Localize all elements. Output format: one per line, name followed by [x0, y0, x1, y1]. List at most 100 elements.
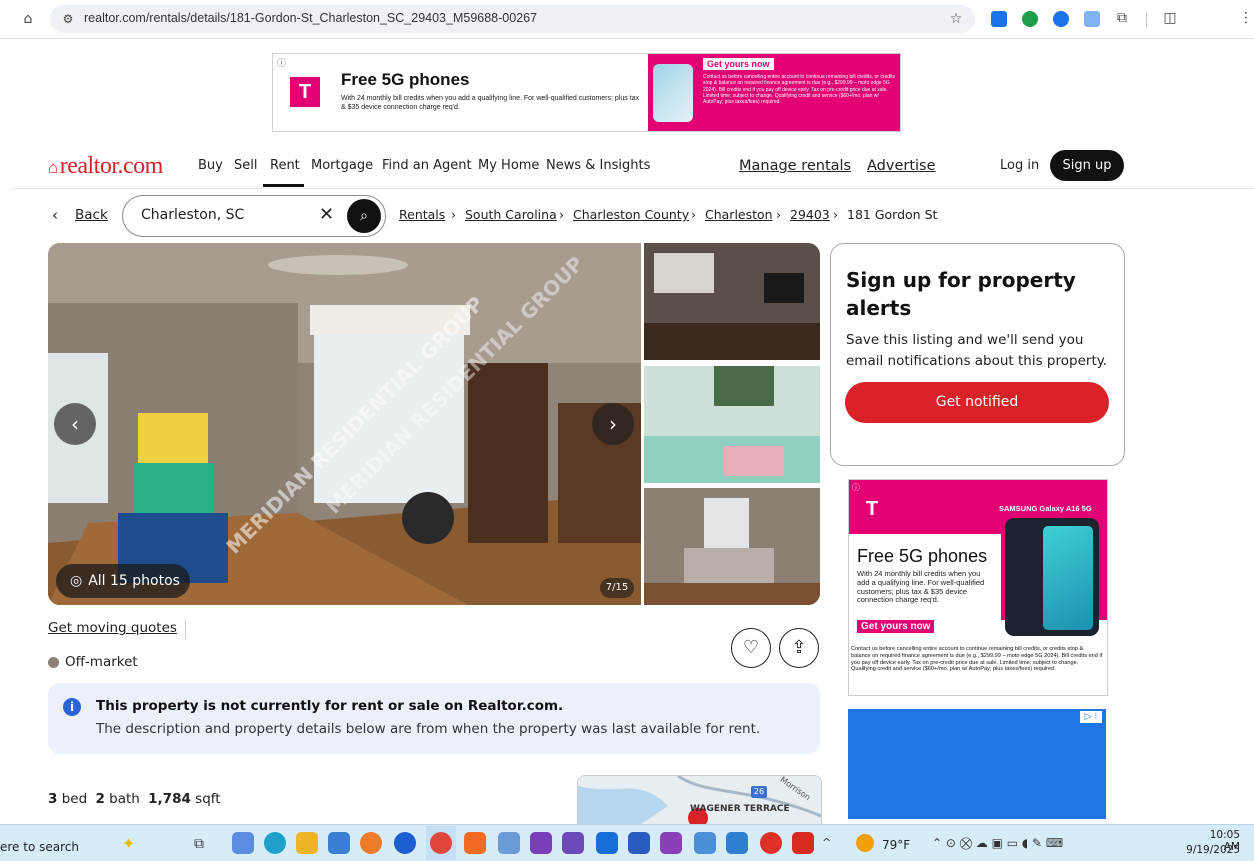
side-ad-cta-button[interactable]: Get yours now [857, 620, 935, 633]
word-app-icon[interactable] [628, 832, 650, 854]
nav-my-home[interactable]: My Home [478, 158, 539, 173]
quotes-divider [185, 619, 186, 639]
widgets-app-icon[interactable] [232, 832, 254, 854]
thumbnail-photo-1[interactable] [644, 243, 820, 360]
info-icon: i [63, 698, 81, 716]
all-photos-button[interactable]: ◎ All 15 photos [56, 564, 190, 598]
clock-date[interactable]: 9/19/2025 [1180, 844, 1240, 856]
breadcrumb-charleston[interactable]: Charleston [705, 207, 773, 222]
copilot-sparkle-icon[interactable]: ✦ [122, 834, 135, 853]
breadcrumb-separator-icon: › [559, 207, 564, 222]
outlook-app-icon[interactable] [596, 832, 618, 854]
firefox-app-icon[interactable] [360, 832, 382, 854]
visual-studio-app-icon[interactable] [562, 832, 584, 854]
photos-app-icon[interactable] [726, 832, 748, 854]
bookmark-star-icon[interactable]: ☆ [946, 9, 966, 29]
chevron-left-icon[interactable]: ‹ [52, 206, 58, 224]
edge-app-icon[interactable] [264, 832, 286, 854]
browser-menu-icon[interactable]: ⋮ [1236, 8, 1254, 28]
app-icon-9[interactable] [498, 832, 520, 854]
side-ad-headline: Free 5G phones [857, 546, 988, 566]
baths-label: bath [109, 791, 140, 807]
search-value[interactable]: Charleston, SC [141, 207, 244, 223]
house-logo-icon: ⌂ [48, 158, 58, 177]
realtor-logo[interactable]: ⌂realtor.com [48, 153, 163, 180]
nav-mortgage[interactable]: Mortgage [311, 158, 373, 173]
extensions-puzzle-icon[interactable]: ⧉ [1112, 8, 1132, 28]
thumbnail-photo-3[interactable] [644, 488, 820, 605]
breadcrumb-rentals[interactable]: Rentals [399, 207, 445, 222]
back-link[interactable]: Back [75, 207, 108, 223]
clear-search-icon[interactable]: ✕ [319, 204, 334, 225]
share-icon[interactable]: ⇪ [779, 628, 819, 668]
onenote-app-icon-2[interactable] [660, 832, 682, 854]
off-market-notice: i This property is not currently for ren… [48, 683, 820, 754]
nav-divider [11, 188, 1254, 189]
photo-counter: 7/15 [600, 578, 634, 598]
adchoices-play-icon[interactable]: ▷ ⁝ [1080, 711, 1102, 723]
extension-doc-icon[interactable] [1084, 11, 1100, 27]
weather-temp[interactable]: 79°F [882, 838, 910, 852]
toolbar-divider [1146, 12, 1147, 28]
get-moving-quotes-link[interactable]: Get moving quotes [48, 620, 177, 636]
nav-news-insights[interactable]: News & Insights [546, 158, 650, 173]
windows-taskbar [0, 824, 1254, 861]
system-tray-icons[interactable]: ⌃ ⊙ ⛒ ☁ ▣ ▭ ◖ ✎ ⌨ [932, 836, 1063, 851]
file-explorer-app-icon[interactable] [296, 832, 318, 854]
extension-m-icon[interactable] [991, 11, 1007, 27]
breadcrumb-zip[interactable]: 29403 [790, 207, 830, 222]
get-notified-button[interactable]: Get notified [845, 382, 1109, 423]
breadcrumb-charleston-county[interactable]: Charleston County [573, 207, 689, 222]
alerts-title: Sign up for property alerts [846, 268, 1076, 320]
nav-buy[interactable]: Buy [198, 158, 223, 173]
adchoices-icon[interactable]: ⓘ [277, 56, 286, 69]
bathroom-thumb [644, 366, 820, 483]
breadcrumb-current: 181 Gordon St [847, 207, 938, 222]
notice-body: The description and property details bel… [96, 721, 761, 737]
weather-sun-icon[interactable] [856, 834, 874, 852]
breadcrumb-south-carolina[interactable]: South Carolina [465, 207, 557, 222]
nav-sell[interactable]: Sell [234, 158, 257, 173]
side-ad[interactable]: ⓘ T SAMSUNG Galaxy A16 5G Free 5G phones… [848, 479, 1108, 696]
breadcrumb-separator-icon: › [776, 207, 781, 222]
side-ad-2[interactable]: ▷ ⁝ [848, 709, 1106, 819]
login-link[interactable]: Log in [1000, 158, 1039, 173]
app-icon-15[interactable] [694, 832, 716, 854]
nav-rent[interactable]: Rent [270, 158, 300, 173]
site-info-icon[interactable]: ⚙ [58, 9, 78, 29]
brave-app-icon[interactable] [464, 832, 486, 854]
ad-body: With 24 monthly bill credits when you ad… [341, 95, 640, 111]
acrobat-app-icon[interactable] [792, 832, 814, 854]
vpn-app-icon[interactable] [394, 832, 416, 854]
home-icon[interactable]: ⌂ [18, 9, 38, 29]
store-app-icon[interactable] [328, 832, 350, 854]
onenote-app-icon[interactable] [530, 832, 552, 854]
chevron-up-icon[interactable]: ^ [822, 836, 831, 849]
nav-find-agent[interactable]: Find an Agent [382, 158, 472, 173]
nav-active-indicator [263, 184, 304, 187]
taskbar-search[interactable]: ere to search [0, 840, 79, 854]
next-photo-arrow-icon[interactable]: › [592, 403, 634, 445]
side-ad-fine-print: Contact us before cancelling entire acco… [851, 646, 1103, 673]
task-view-icon[interactable]: ⧉ [194, 836, 204, 852]
opera-app-icon[interactable] [760, 832, 782, 854]
breadcrumb-separator-icon: › [451, 207, 456, 222]
extension-green-icon[interactable] [1022, 11, 1038, 27]
ad-cta-button[interactable]: Get yours now [703, 58, 774, 70]
signup-button[interactable]: Sign up [1050, 150, 1124, 181]
favorite-heart-icon[interactable]: ♡ [731, 628, 771, 668]
extension-blue-circle-icon[interactable] [1053, 11, 1069, 27]
side-adchoices-icon[interactable]: ⓘ [852, 482, 860, 493]
manage-rentals-link[interactable]: Manage rentals [739, 158, 851, 174]
search-icon[interactable]: ⌕ [347, 199, 381, 233]
main-photo[interactable]: MERIDIAN RESIDENTIAL GROUP MERIDIAN RESI… [48, 243, 641, 605]
thumbnail-photo-2[interactable] [644, 366, 820, 483]
advertise-link[interactable]: Advertise [867, 158, 936, 174]
sidepanel-icon[interactable]: ◫ [1160, 8, 1180, 28]
side-tmobile-logo: T [857, 494, 887, 524]
location-map[interactable]: 26 WAGENER TERRACE Morrison [577, 775, 822, 827]
url-text[interactable]: realtor.com/rentals/details/181-Gordon-S… [84, 11, 537, 25]
chrome-app-icon[interactable] [430, 832, 452, 854]
top-banner-ad[interactable]: ⓘ T Free 5G phones With 24 monthly bill … [272, 53, 901, 132]
prev-photo-arrow-icon[interactable]: ‹ [54, 403, 96, 445]
